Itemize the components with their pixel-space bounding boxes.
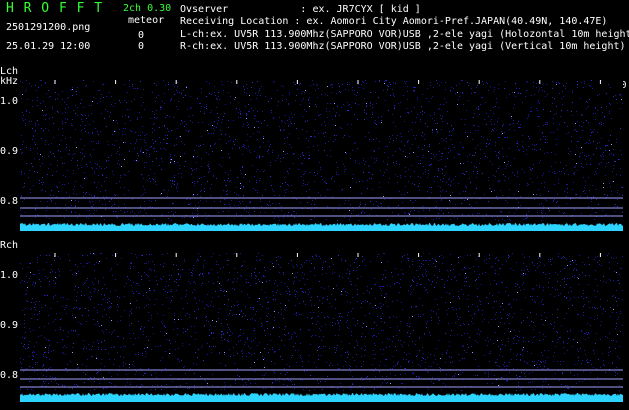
lch-ytick: 0.9	[0, 146, 19, 157]
observer-info: Ovserver : ex. JR7CYX [ kid ]	[180, 4, 421, 15]
signal-band	[20, 223, 623, 231]
version-label: 2ch 0.30	[123, 3, 172, 14]
location-info: Receiving Location : ex. Aomori City Aom…	[180, 16, 608, 27]
meteor-count-rch: 0	[138, 41, 145, 52]
rch-spectrogram-canvas	[20, 253, 623, 402]
noise-layer	[20, 80, 623, 221]
rch-ytick: 1.0	[0, 270, 19, 281]
rch-label: Rch	[0, 240, 19, 251]
unit-label: kHz	[0, 76, 19, 87]
rch-info: R-ch:ex. UV5R 113.900Mhz(SAPPORO VOR)USB…	[180, 41, 626, 52]
rch-ytick: 0.8	[0, 370, 19, 381]
rch-ytick: 0.9	[0, 320, 19, 331]
date-time: 25.01.29 12:00	[6, 41, 91, 52]
lch-spectrogram	[20, 80, 623, 231]
lch-ytick: 0.8	[0, 196, 19, 207]
lch-info: L-ch:ex. UV5R 113.900Mhz(SAPPORO VOR)USB…	[180, 29, 629, 40]
meteor-count-lch: 0	[138, 30, 145, 41]
meteor-label: meteor	[128, 15, 165, 26]
signal-band	[20, 393, 623, 402]
lch-ytick: 1.0	[0, 96, 19, 107]
app-title: H R O F F T	[6, 1, 104, 16]
file-name: 2501291200.png	[6, 22, 91, 33]
lch-spectrogram-canvas	[20, 80, 623, 231]
rch-spectrogram	[20, 253, 623, 402]
